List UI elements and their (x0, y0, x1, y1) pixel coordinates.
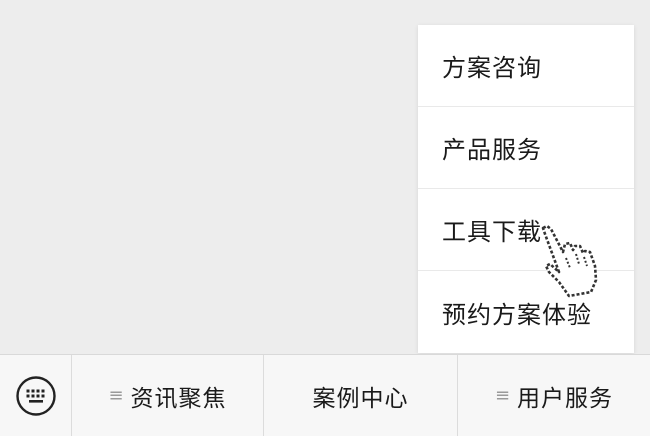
menu-item-label: 方案咨询 (442, 54, 542, 82)
menu-label: 案例中心 (312, 385, 409, 412)
menu-item-solution-consult[interactable]: 方案咨询 (418, 25, 634, 107)
menu-news-focus[interactable]: ≡ 资讯聚焦 (72, 355, 264, 436)
menu-item-label: 工具下载 (442, 218, 542, 246)
menu-lines-icon: ≡ (108, 385, 125, 406)
menu-item-tool-download[interactable]: 工具下载 (418, 189, 634, 271)
popup-menu: 方案咨询 产品服务 工具下载 预约方案体验 (418, 25, 634, 353)
keyboard-icon (15, 375, 56, 416)
menu-label: 用户服务 (517, 385, 614, 412)
menu-item-book-experience[interactable]: 预约方案体验 (418, 271, 634, 353)
menu-label: 资讯聚焦 (130, 385, 227, 412)
menu-item-product-service[interactable]: 产品服务 (418, 107, 634, 189)
menu-user-service[interactable]: ≡ 用户服务 (458, 355, 650, 436)
keyboard-toggle-button[interactable] (0, 355, 72, 436)
menu-lines-icon: ≡ (494, 385, 512, 406)
menu-item-label: 产品服务 (442, 136, 542, 164)
bottom-menu-bar: ≡ 资讯聚焦 案例中心 ≡ 用户服务 (0, 354, 650, 436)
menu-case-center[interactable]: 案例中心 (264, 355, 458, 436)
hand-pointer-icon (541, 224, 598, 298)
